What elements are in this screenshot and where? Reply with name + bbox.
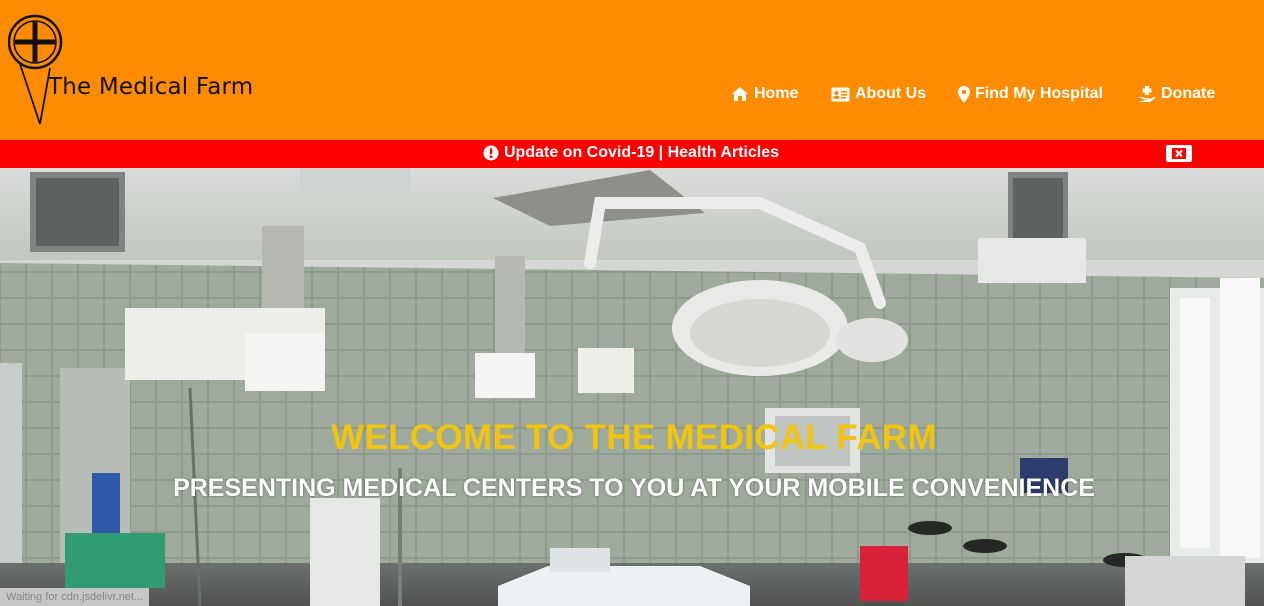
hero-title: WELCOME TO THE MEDICAL FARM bbox=[331, 418, 937, 457]
site-header: The Medical Farm Home About Us Find My H… bbox=[0, 0, 1264, 140]
nav-find-label: Find My Hospital bbox=[975, 85, 1103, 102]
close-window-icon bbox=[1172, 148, 1186, 159]
site-logo[interactable]: The Medical Farm bbox=[8, 12, 298, 130]
home-icon bbox=[732, 87, 748, 101]
alert-message[interactable]: Update on Covid-19 | Health Articles bbox=[483, 144, 779, 162]
nav-home[interactable]: Home bbox=[731, 82, 798, 106]
nav-about-label: About Us bbox=[855, 85, 927, 102]
exclamation-circle-icon bbox=[483, 145, 499, 161]
nav-home-label: Home bbox=[754, 85, 799, 102]
nav-about[interactable]: About Us bbox=[831, 82, 926, 106]
operating-room-background-image bbox=[0, 168, 1264, 606]
hand-holding-medical-icon bbox=[1138, 86, 1156, 102]
medical-cross-pin-logo-icon bbox=[8, 14, 63, 125]
nav-donate[interactable]: Donate bbox=[1138, 82, 1215, 106]
id-card-icon bbox=[831, 87, 850, 101]
hero-subtitle: PRESENTING MEDICAL CENTERS TO YOU AT YOU… bbox=[173, 474, 1095, 502]
browser-status-text: Waiting for cdn.jsdelivr.net... bbox=[0, 588, 150, 606]
main-nav: Home About Us Find My Hospital Donate bbox=[0, 82, 1264, 106]
alert-text: Update on Covid-19 | Health Articles bbox=[504, 144, 780, 161]
hero-banner: WELCOME TO THE MEDICAL FARM PRESENTING M… bbox=[0, 168, 1264, 606]
covid-alert-bar: Update on Covid-19 | Health Articles bbox=[0, 140, 1264, 168]
close-alert-button[interactable] bbox=[1166, 145, 1192, 162]
nav-donate-label: Donate bbox=[1161, 85, 1216, 102]
nav-find-hospital[interactable]: Find My Hospital bbox=[958, 82, 1103, 106]
map-marker-icon bbox=[958, 85, 970, 103]
